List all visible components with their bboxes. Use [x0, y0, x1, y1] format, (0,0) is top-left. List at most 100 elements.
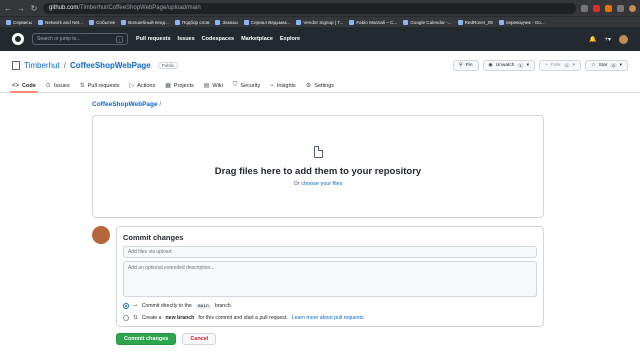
back-icon[interactable]: ←: [4, 4, 12, 13]
commit-message-input[interactable]: [123, 246, 537, 258]
bookmark-item[interactable]: Заказы: [213, 19, 239, 25]
repo-name-link[interactable]: CoffeeShopWebPage: [70, 61, 151, 70]
nav-pull-requests[interactable]: Pull requests: [136, 36, 171, 42]
tab-security[interactable]: ⛉ Security: [233, 79, 260, 92]
star-button[interactable]: ☆ Star 0 ▾: [585, 59, 628, 71]
commit-direct-radio[interactable]: [123, 303, 129, 309]
bookmark-label: Fabio Marziali – C...: [356, 19, 398, 25]
repo-owner-link[interactable]: Timberhut: [24, 61, 60, 70]
bookmark-favicon-icon: [403, 19, 409, 25]
breadcrumb-repo-link[interactable]: CoffeeShopWebPage: [92, 101, 158, 108]
tab-label: Settings: [314, 82, 335, 89]
star-icon: ☆: [591, 62, 596, 68]
nav-issues[interactable]: Issues: [178, 36, 195, 42]
reload-icon[interactable]: ↻: [30, 4, 38, 13]
forward-icon[interactable]: →: [17, 4, 25, 13]
drop-zone-subtitle: Or choose your files: [294, 181, 343, 187]
extension-icon[interactable]: [593, 4, 600, 12]
tab-icon: ⛉: [232, 82, 238, 88]
address-bar[interactable]: github.com/Timberhut/CoffeeShopWebPage/u…: [43, 2, 576, 14]
file-drop-zone[interactable]: Drag files here to add them to your repo…: [92, 115, 544, 218]
tab-label: Security: [240, 82, 261, 89]
github-logo-icon[interactable]: [12, 33, 24, 45]
nav-explore[interactable]: Explore: [280, 36, 300, 42]
unwatch-button[interactable]: ◉ Unwatch 1 ▾: [482, 59, 536, 71]
pin-icon: ⚲: [459, 62, 463, 68]
bookmark-label: переводчик - Go...: [505, 19, 545, 25]
unwatch-count: 1: [517, 62, 524, 68]
bookmark-item[interactable]: Сервисы: [4, 19, 34, 25]
drop-zone-title: Drag files here to add them to your repo…: [214, 166, 422, 177]
bookmark-favicon-icon: [38, 19, 44, 25]
learn-more-link[interactable]: Learn more about pull requests.: [292, 315, 365, 321]
create-new-icon[interactable]: +▾: [604, 36, 611, 43]
tab-projects[interactable]: ▦ Projects: [165, 79, 194, 92]
tab-icon: ⇅: [79, 83, 85, 89]
bookmark-item[interactable]: Google Calendar -...: [401, 19, 453, 25]
bookmark-label: Network and Net...: [45, 19, 84, 25]
tab-label: Wiki: [212, 82, 223, 89]
bell-icon[interactable]: 🔔: [589, 36, 596, 43]
new-branch-radio[interactable]: [123, 315, 129, 321]
bookmark-favicon-icon: [89, 19, 95, 25]
repo-separator: /: [63, 60, 66, 70]
tab-icon: ⌁: [270, 83, 274, 89]
bookmark-item[interactable]: Подбор слов: [173, 19, 211, 25]
branch-name: main: [195, 303, 211, 309]
user-avatar[interactable]: [619, 34, 628, 44]
bookmark-item[interactable]: Сериал Ведьмак...: [242, 19, 293, 25]
bookmark-label: Волшебный пенд...: [128, 19, 169, 25]
bookmark-favicon-icon: [296, 19, 302, 25]
tab-issues[interactable]: ⊙ Issues: [46, 79, 70, 92]
github-header: Search or jump to... / Pull requests Iss…: [0, 27, 640, 51]
bookmark-item[interactable]: Network and Net...: [36, 19, 85, 25]
tab-wiki[interactable]: ▤ Wiki: [204, 79, 223, 92]
bookmark-item[interactable]: RedRover_06: [456, 19, 495, 25]
bookmark-item[interactable]: Событие: [87, 19, 117, 25]
tab-code[interactable]: <> Code: [10, 79, 38, 93]
bookmarks-bar: Сервисы Network and Net... Событие Волшебны…: [0, 16, 640, 27]
bookmark-favicon-icon: [6, 19, 11, 25]
fork-button[interactable]: ⑂ Fork 0 ▾: [539, 59, 582, 71]
bookmark-item[interactable]: Волшебный пенд...: [119, 19, 171, 25]
tab-actions[interactable]: ▷ Actions: [130, 79, 156, 92]
repo-actions: ⚲ Pin ◉ Unwatch 1 ▾ ⑂ Fork 0 ▾ ☆ Star 0 …: [453, 59, 628, 71]
tab-settings[interactable]: ⚙ Settings: [306, 79, 334, 92]
nav-codespaces[interactable]: Codespaces: [202, 36, 234, 42]
tab-insights[interactable]: ⌁ Insights: [270, 79, 296, 92]
search-shortcut: /: [115, 35, 123, 43]
commit-icon: ⊸: [133, 303, 138, 309]
pull-request-icon: ⇅: [133, 315, 138, 321]
extension-icon[interactable]: [617, 4, 624, 12]
pin-button[interactable]: ⚲ Pin: [453, 59, 479, 71]
tab-label: Pull requests: [87, 82, 120, 89]
extension-icon[interactable]: [581, 4, 588, 12]
bookmark-item[interactable]: переводчик - Go...: [497, 19, 547, 25]
tab-icon: ▤: [203, 83, 210, 89]
repo-tabs: <> Code ⊙ Issues ⇅ Pull requests ▷ Actions ▦ Proj…: [0, 79, 640, 93]
commit-section: Commit changes ⊸ Commit directly to the …: [92, 226, 544, 327]
bookmark-label: Google Calendar -...: [410, 19, 452, 25]
new-branch-option[interactable]: ⇅ Create a new branch for this commit an…: [123, 315, 537, 321]
search-input[interactable]: Search or jump to... /: [32, 33, 128, 45]
header-actions: 🔔 +▾: [589, 34, 628, 44]
cancel-button[interactable]: Cancel: [182, 333, 217, 345]
bookmark-item[interactable]: Fabio Marziali – C...: [347, 19, 399, 25]
commit-direct-option[interactable]: ⊸ Commit directly to the main branch.: [123, 303, 537, 309]
star-label: Star: [598, 62, 608, 68]
bookmark-label: Заказы: [222, 19, 238, 25]
commit-changes-button[interactable]: Commit changes: [116, 333, 177, 345]
pin-label: Pin: [465, 62, 473, 68]
profile-icon[interactable]: [629, 4, 636, 12]
extension-icon[interactable]: [605, 4, 612, 12]
breadcrumb-separator: /: [159, 101, 162, 108]
search-placeholder: Search or jump to...: [37, 36, 81, 42]
commit-description-input[interactable]: [123, 261, 537, 297]
tab-pull-requests[interactable]: ⇅ Pull requests: [80, 79, 120, 92]
avatar[interactable]: [92, 226, 110, 244]
choose-files-link[interactable]: choose your files: [301, 181, 342, 187]
unwatch-label: Unwatch: [495, 62, 515, 68]
bookmark-favicon-icon: [215, 19, 221, 25]
bookmark-item[interactable]: Vendor Signup | T...: [294, 19, 345, 25]
nav-marketplace[interactable]: Marketplace: [241, 36, 273, 42]
